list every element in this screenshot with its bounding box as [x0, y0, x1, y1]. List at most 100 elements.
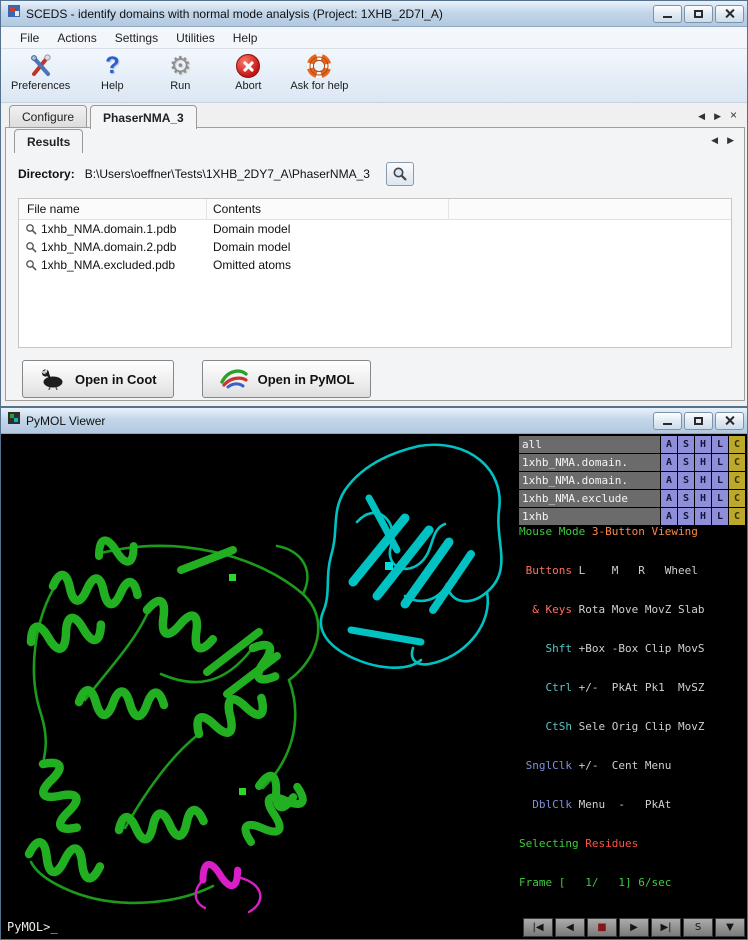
- show-button[interactable]: S: [678, 472, 694, 489]
- pymol-titlebar[interactable]: PyMOL Viewer: [1, 408, 747, 434]
- toolbar-label: Preferences: [11, 80, 70, 92]
- menu-file[interactable]: File: [11, 28, 48, 48]
- action-button[interactable]: A: [661, 454, 677, 471]
- menu-settings[interactable]: Settings: [106, 28, 167, 48]
- label-button[interactable]: L: [712, 472, 728, 489]
- table-row[interactable]: 1xhb_NMA.domain.1.pdb Domain model: [19, 220, 731, 238]
- tab-scroll-left-icon[interactable]: ◀: [698, 111, 705, 122]
- play-button[interactable]: ▶: [619, 918, 649, 937]
- abort-icon: [236, 54, 260, 78]
- tab-scroll-right-icon[interactable]: ▶: [714, 111, 721, 122]
- label-button[interactable]: L: [712, 454, 728, 471]
- sceds-window: SCEDS - identify domains with normal mod…: [0, 0, 748, 407]
- table-row[interactable]: 1xhb_NMA.excluded.pdb Omitted atoms: [19, 256, 731, 274]
- first-frame-button[interactable]: |◀: [523, 918, 553, 937]
- action-button[interactable]: A: [661, 472, 677, 489]
- object-row-domain2: 1xhb_NMA.domain. A S H L C: [519, 472, 745, 489]
- gear-icon: ⚙: [169, 53, 191, 79]
- toolbar-label: Run: [170, 80, 190, 92]
- sceds-app-icon: [7, 4, 21, 23]
- pymol-content: all A S H L C 1xhb_NMA.domain. A S H L C…: [1, 434, 747, 939]
- pymol-app-icon: [7, 411, 21, 430]
- color-button[interactable]: C: [729, 472, 745, 489]
- directory-value: B:\Users\oeffner\Tests\1XHB_2DY7_A\Phase…: [85, 167, 370, 181]
- main-tab-bar: Configure PhaserNMA_3 ◀ ▶ ×: [1, 103, 747, 128]
- pymol-window: PyMOL Viewer: [0, 407, 748, 940]
- stop-button[interactable]: ■: [587, 918, 617, 937]
- pymol-logo-icon: [219, 366, 249, 393]
- mouse-line: DblClk Menu - PkAt: [519, 798, 745, 811]
- column-contents[interactable]: Contents: [207, 199, 449, 219]
- column-file-name[interactable]: File name: [19, 199, 207, 219]
- browse-directory-button[interactable]: [386, 162, 414, 186]
- results-tab-bar: Results ◀ ▶: [6, 128, 744, 152]
- toolbar-run[interactable]: ⚙ Run: [154, 52, 206, 92]
- magenta-excluded-ribbon: [196, 857, 261, 912]
- minimize-icon: [663, 423, 672, 425]
- object-name[interactable]: all: [519, 436, 660, 453]
- mouse-line: & Keys Rota Move MovZ Slab: [519, 603, 745, 616]
- subtab-scroll-left-icon[interactable]: ◀: [711, 135, 718, 146]
- directory-label: Directory:: [18, 167, 75, 181]
- hide-button[interactable]: H: [695, 454, 711, 471]
- tab-results[interactable]: Results: [14, 129, 83, 153]
- minimize-button[interactable]: [653, 5, 682, 23]
- toolbar-label: Ask for help: [290, 80, 348, 92]
- close-button[interactable]: [715, 5, 744, 23]
- object-name[interactable]: 1xhb_NMA.domain.: [519, 454, 660, 471]
- previous-frame-button[interactable]: ◀: [555, 918, 585, 937]
- hide-button[interactable]: H: [695, 472, 711, 489]
- minimize-icon: [663, 16, 672, 18]
- show-button[interactable]: S: [678, 436, 694, 453]
- sceds-titlebar[interactable]: SCEDS - identify domains with normal mod…: [1, 1, 747, 27]
- subtab-scroll-right-icon[interactable]: ▶: [727, 135, 734, 146]
- table-row[interactable]: 1xhb_NMA.domain.2.pdb Domain model: [19, 238, 731, 256]
- menu-actions[interactable]: Actions: [48, 28, 105, 48]
- cyan-selection-marker: [385, 562, 393, 570]
- maximize-button[interactable]: [684, 5, 713, 23]
- mouse-line: Ctrl +/- PkAt Pk1 MvSZ: [519, 681, 745, 694]
- close-button[interactable]: [715, 412, 744, 430]
- file-contents: Omitted atoms: [207, 258, 291, 272]
- object-name[interactable]: 1xhb_NMA.domain.: [519, 472, 660, 489]
- menu-help[interactable]: Help: [224, 28, 267, 48]
- label-button[interactable]: L: [712, 436, 728, 453]
- toolbar-ask-for-help[interactable]: Ask for help: [290, 52, 348, 92]
- hide-button[interactable]: H: [695, 436, 711, 453]
- minimize-button[interactable]: [653, 412, 682, 430]
- maximize-icon: [694, 417, 703, 425]
- table-header: File name Contents: [19, 199, 731, 220]
- menu-utilities[interactable]: Utilities: [167, 28, 224, 48]
- mouse-line: Buttons L M R Wheel: [519, 564, 745, 577]
- protein-viewport[interactable]: [1, 434, 519, 939]
- s-button[interactable]: S: [683, 918, 713, 937]
- maximize-button[interactable]: [684, 412, 713, 430]
- action-button[interactable]: A: [661, 436, 677, 453]
- selecting-line: Selecting Residues: [519, 837, 745, 850]
- tab-configure[interactable]: Configure: [9, 105, 87, 128]
- green-selection-marker: [229, 574, 236, 581]
- preferences-tools-icon: [28, 52, 54, 80]
- tab-phasernma-3[interactable]: PhaserNMA_3: [90, 105, 197, 129]
- menu-dropdown-button[interactable]: ▼: [715, 918, 745, 937]
- color-button[interactable]: C: [729, 454, 745, 471]
- show-button[interactable]: S: [678, 454, 694, 471]
- magnifier-icon: [25, 223, 37, 235]
- open-in-coot-button[interactable]: Open in Coot: [22, 360, 174, 398]
- file-contents: Domain model: [207, 240, 290, 254]
- toolbar-abort[interactable]: Abort: [222, 52, 274, 92]
- frame-line: Frame [ 1/ 1] 6/sec: [519, 876, 745, 889]
- color-button[interactable]: C: [729, 436, 745, 453]
- results-notebook: Results ◀ ▶ Directory: B:\Users\oeffner\…: [5, 127, 745, 401]
- last-frame-button[interactable]: ▶|: [651, 918, 681, 937]
- file-name: 1xhb_NMA.domain.1.pdb: [41, 222, 176, 236]
- close-icon: [724, 415, 735, 426]
- toolbar-preferences[interactable]: Preferences: [11, 52, 70, 92]
- object-row-domain1: 1xhb_NMA.domain. A S H L C: [519, 454, 745, 471]
- toolbar-help[interactable]: ? Help: [86, 52, 138, 92]
- close-icon: [724, 8, 735, 19]
- pymol-command-prompt[interactable]: PyMOL>_: [7, 920, 58, 934]
- playback-controls: |◀ ◀ ■ ▶ ▶| S ▼: [523, 918, 745, 937]
- open-in-pymol-button[interactable]: Open in PyMOL: [202, 360, 372, 398]
- tab-close-icon[interactable]: ×: [730, 108, 737, 122]
